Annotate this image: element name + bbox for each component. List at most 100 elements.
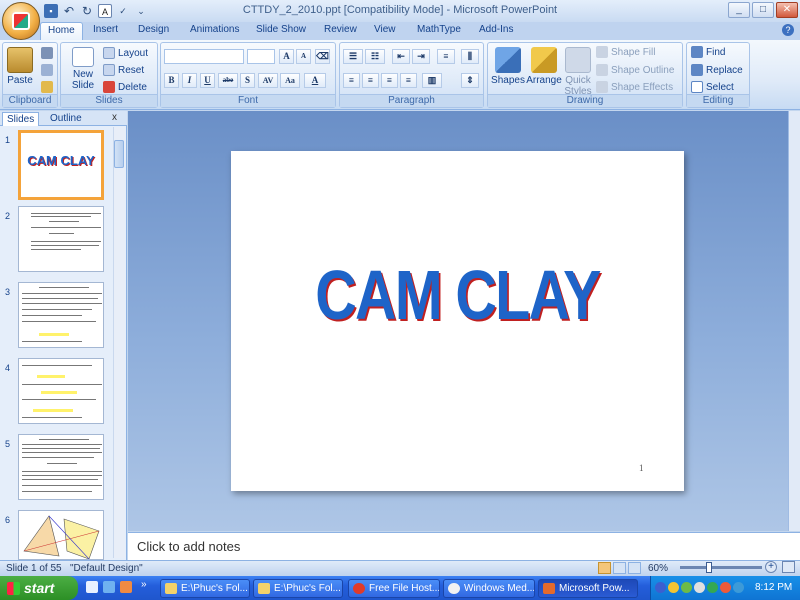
taskbar-button-folder-2[interactable]: E:\Phuc's Fol... [253,579,343,598]
shape-outline-button[interactable]: Shape Outline [596,64,674,76]
copy-icon [41,64,53,76]
tab-mathtype[interactable]: MathType [410,22,468,40]
pane-scrollbar-thumb[interactable] [114,140,124,168]
tab-slides[interactable]: Slides [2,112,40,126]
taskbar-button-opera[interactable]: Free File Host... [348,579,440,598]
tray-language-icon[interactable] [655,582,666,593]
increase-indent-button[interactable]: ⇥ [412,49,430,64]
tray-update-icon[interactable] [733,582,744,593]
quick-styles-button[interactable]: Quick Styles [562,47,594,97]
tab-design[interactable]: Design [131,22,176,40]
strikethrough-button[interactable]: abe [218,73,238,88]
quick-launch-powerpoint-icon[interactable] [120,581,132,593]
tab-add-ins[interactable]: Add-Ins [472,22,520,40]
arrange-button[interactable]: Arrange [526,47,562,86]
tray-messenger-icon[interactable] [668,582,679,593]
tray-network-icon[interactable] [681,582,692,593]
slide-title[interactable]: CAM CLAY [272,255,643,335]
layout-button[interactable]: Layout [103,47,148,59]
shapes-button[interactable]: Shapes [491,47,525,86]
underline-button[interactable]: U [200,73,215,88]
quick-launch-more-icon[interactable]: » [141,579,147,590]
tray-volume-icon[interactable] [694,582,705,593]
paste-button[interactable]: Paste [6,47,34,86]
tab-animations[interactable]: Animations [183,22,246,40]
delete-icon [103,81,115,93]
format-painter-button[interactable] [41,81,53,93]
replace-button[interactable]: Replace [691,64,743,76]
grow-font-button[interactable]: A [279,49,294,64]
font-size-field[interactable] [247,49,275,64]
normal-view-icon[interactable] [598,562,611,574]
text-direction-button[interactable]: ⫼ [461,49,479,64]
bullets-button[interactable]: ☰ [343,49,363,64]
drawing-label: Drawing [488,94,682,107]
zoom-in-icon[interactable]: + [765,561,777,573]
zoom-slider-thumb[interactable] [706,562,712,573]
tab-slide-show[interactable]: Slide Show [249,22,313,40]
shape-fill-button[interactable]: Shape Fill [596,46,655,58]
taskbar-button-media-player[interactable]: Windows Med... [443,579,535,598]
notes-placeholder[interactable]: Click to add notes [137,539,240,554]
slide-thumbnail-6[interactable] [18,510,104,560]
align-left-button[interactable]: ≡ [343,73,360,88]
shadow-button[interactable]: S [240,73,255,88]
new-slide-button[interactable]: New Slide [67,47,99,91]
select-button[interactable]: Select [691,81,734,93]
fit-slide-icon[interactable] [782,561,795,573]
tab-view[interactable]: View [367,22,403,40]
pane-close-icon[interactable]: x [112,112,117,123]
cut-button[interactable] [41,47,53,59]
editor-scrollbar[interactable] [788,111,800,531]
italic-button[interactable]: I [182,73,197,88]
find-button[interactable]: Find [691,46,725,58]
align-text-button[interactable]: ⇕ [461,73,479,88]
copy-button[interactable] [41,64,53,76]
tray-app-icon[interactable] [720,582,731,593]
font-color-button[interactable]: A [304,73,326,88]
pane-scrollbar[interactable] [113,127,125,558]
shrink-font-button[interactable]: A [296,49,311,64]
shapes-label: Shapes [491,75,525,86]
close-button[interactable]: ✕ [776,2,798,18]
delete-button[interactable]: Delete [103,81,147,93]
justify-button[interactable]: ≡ [400,73,417,88]
maximize-button[interactable]: □ [752,2,774,18]
tab-outline[interactable]: Outline [46,112,86,126]
tray-antivirus-icon[interactable] [707,582,718,593]
tab-home[interactable]: Home [40,22,83,40]
columns-button[interactable]: ▥ [422,73,442,88]
slide-thumbnail-5[interactable] [18,434,104,500]
character-spacing-button[interactable]: AV [258,73,278,88]
decrease-indent-button[interactable]: ⇤ [392,49,410,64]
tab-review[interactable]: Review [317,22,364,40]
minimize-button[interactable]: _ [728,2,750,18]
slide-thumbnail-4[interactable] [18,358,104,424]
quick-launch-word-icon[interactable] [86,581,98,593]
paste-label: Paste [7,75,33,86]
zoom-slider[interactable] [680,566,762,569]
quick-launch-ie-icon[interactable] [103,581,115,593]
numbering-button[interactable]: ☷ [365,49,385,64]
help-icon[interactable]: ? [782,24,794,36]
slide-show-icon[interactable] [628,562,641,574]
align-center-button[interactable]: ≡ [362,73,379,88]
change-case-button[interactable]: Aa [280,73,300,88]
office-button[interactable] [2,2,40,40]
reset-button[interactable]: Reset [103,64,144,76]
clear-formatting-button[interactable]: ⌫ [315,49,330,64]
zoom-level[interactable]: 60% [648,563,668,574]
taskbar-button-powerpoint[interactable]: Microsoft Pow... [538,579,638,598]
bold-button[interactable]: B [164,73,179,88]
shape-fill-label: Shape Fill [611,46,656,58]
taskbar-button-folder-1[interactable]: E:\Phuc's Fol... [160,579,250,598]
line-spacing-button[interactable]: ≡ [437,49,455,64]
align-right-button[interactable]: ≡ [381,73,398,88]
slide-thumbnail-1[interactable]: CAM CLAY [18,130,104,200]
tab-insert[interactable]: Insert [86,22,125,40]
slide-sorter-icon[interactable] [613,562,626,574]
shape-effects-button[interactable]: Shape Effects [596,81,673,93]
slide-thumbnail-3[interactable] [18,282,104,348]
slide-thumbnail-2[interactable] [18,206,104,272]
font-name-field[interactable] [164,49,244,64]
